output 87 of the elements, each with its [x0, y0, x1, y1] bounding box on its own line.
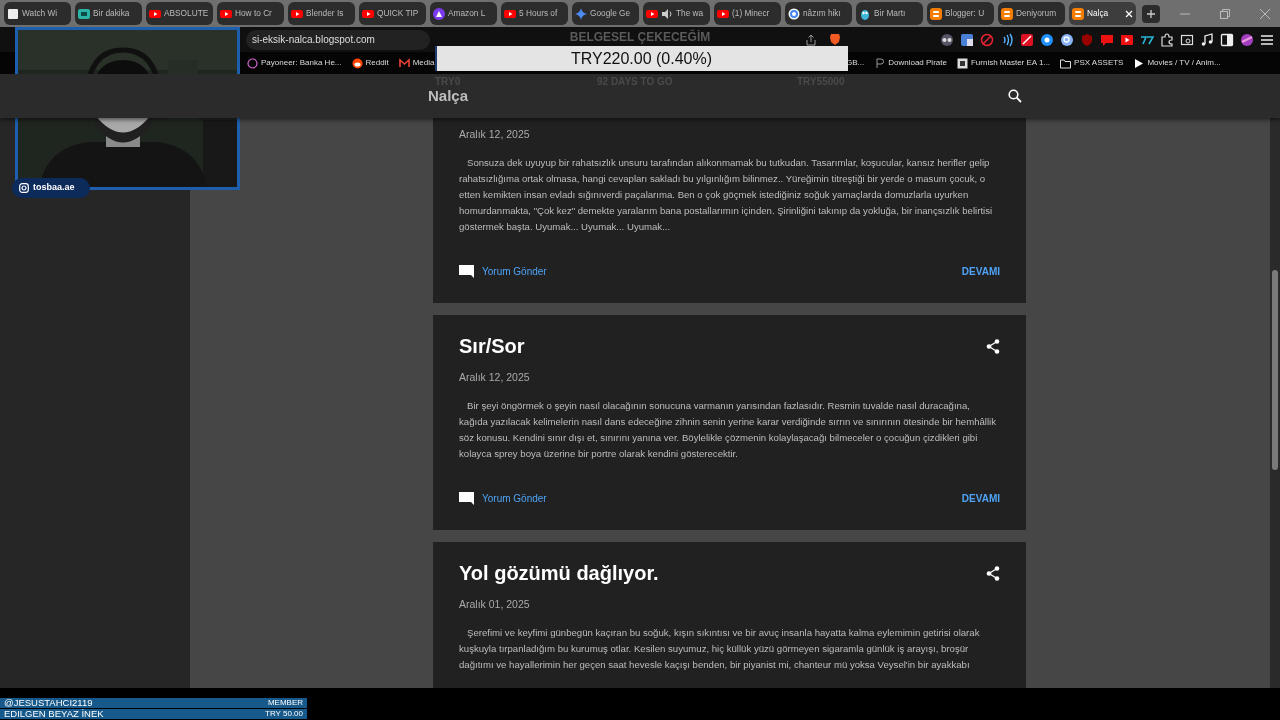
scrollbar-thumb[interactable]: [1272, 270, 1278, 470]
new-tab-button[interactable]: [1142, 4, 1160, 23]
share-icon[interactable]: [805, 33, 817, 46]
goal-title: BELGESEL ÇEKECEĞİM: [568, 28, 712, 46]
play-icon: [1133, 57, 1145, 69]
post-date: Aralık 01, 2025: [459, 598, 531, 611]
browser-tab[interactable]: Blogger: U: [927, 2, 994, 25]
bookmark[interactable]: Download Pirate: [874, 57, 947, 69]
user-name: @JESUSTAHCI2119: [4, 698, 93, 708]
browser-tab[interactable]: 5 Hours of: [501, 2, 568, 25]
read-more-link[interactable]: DEVAMI: [961, 263, 1000, 279]
ring-icon: [247, 57, 258, 69]
bookmark[interactable]: PSX ASSETS: [1060, 57, 1124, 69]
browser-tab[interactable]: Deniyorum: [998, 2, 1065, 25]
bookmark[interactable]: Movies / TV / Anim...: [1133, 57, 1221, 69]
post-title[interactable]: Yol gözümü dağlıyor.: [459, 560, 659, 586]
speech-icon[interactable]: [1100, 32, 1114, 47]
restore-icon[interactable]: [1220, 8, 1230, 19]
blog-icon: [1001, 7, 1013, 20]
blog-title[interactable]: Nalça: [428, 84, 469, 108]
blog-icon: [1072, 7, 1084, 20]
lion-icon[interactable]: [829, 33, 841, 46]
share-icon[interactable]: [986, 565, 1000, 581]
comment-link[interactable]: Yorum Gönder: [459, 263, 547, 279]
post-date: Aralık 12, 2025: [459, 371, 531, 384]
sidebar-icon[interactable]: [1220, 32, 1234, 47]
p-icon: [874, 57, 886, 69]
triangle-icon: [433, 7, 445, 20]
social-handle: tosbaa.ae: [33, 181, 75, 195]
user-name: EDILGEN BEYAZ İNEK: [4, 709, 104, 719]
play-icon: [646, 7, 658, 20]
bookmark[interactable]: Payoneer: Banka He...: [247, 57, 342, 69]
window-icon: [78, 7, 90, 20]
browser-tab[interactable]: Watch Wi: [4, 2, 71, 25]
comment-link[interactable]: Yorum Gönder: [459, 490, 547, 506]
browser-tab[interactable]: (1) Minecr: [714, 2, 781, 25]
address-bar[interactable]: si-eksik-nalca.blogspot.com: [246, 29, 430, 50]
post-title[interactable]: Sır/Sor: [459, 333, 525, 359]
circle-icon[interactable]: [1040, 32, 1054, 47]
music-note-icon[interactable]: [1200, 32, 1214, 47]
share-icon[interactable]: [986, 338, 1000, 354]
read-more-link[interactable]: DEVAMI: [961, 490, 1000, 506]
play-icon: [362, 7, 374, 20]
play-icon: [149, 7, 161, 20]
search-button[interactable]: [1008, 89, 1022, 103]
comment-icon: [459, 264, 474, 278]
post-date: Aralık 12, 2025: [459, 128, 531, 141]
play-icon[interactable]: [1120, 32, 1134, 47]
browser-tab[interactable]: ABSOLUTE: [146, 2, 213, 25]
browser-tab[interactable]: The wa: [643, 2, 710, 25]
menu-icon[interactable]: [1260, 32, 1274, 47]
play-icon: [504, 7, 516, 20]
post-excerpt: Bir şeyi öngörmek o şeyin nasıl olacağının sonucuna varmanın yarısından fazlasıdır. Resmin tuvalde nasıl duracağına, kağıda yazılacak kelimelerin nasıl dans edeceğine zihnin senin yerine karar verdiğinde sırrın ve sınırının ötesinde bir hemhâllik söz konusu. Kendini sınır dışı et, sınırını yanına ver. Böylelikle çözmenin kolaylaşacağı bilmeceler o çocuğun çizdikleri gibi kolayca sprey boya üzerine bir portre olarak kendini gösterecektir.: [459, 399, 997, 461]
post-excerpt: Sonsuza dek uyuyup bir rahatsızlık unsuru tarafından alıkonmamak bu tutkudan. Tasarımlar, koşucular, kansız herifler gelip rahatsızlığıma ortak olmasa, hangi cevapları sakladı bu yılgınlığım bilinmez.. Yüreğimin titreştiği bir yerde o masum çocuk, o etten kemikten insan evladı sığınıverdi paçalarıma. Ben o çok göçmek istediğiniz soğuk yamaçlarda domuzlarla uyurken homurdanmakta, "Çok kez" demekte yaralarım bana postallarımın içinden. Şirinliğini takınıp da yokluğa, bir inançsızlık belirtisi göstermek başta. Uyumak... Uyumak... Uyumak...: [459, 156, 994, 234]
browser-tab[interactable]: Nalça: [1069, 2, 1136, 25]
play-icon: [220, 7, 232, 20]
signal-icon[interactable]: [1000, 32, 1014, 47]
browser-tab[interactable]: Bir dakika: [75, 2, 142, 25]
bookmark[interactable]: Media: [398, 57, 435, 69]
page-icon: [7, 7, 19, 20]
browser-tab[interactable]: How to Cr: [217, 2, 284, 25]
browser-tab[interactable]: Amazon L: [430, 2, 497, 25]
bookmark[interactable]: Furnish Master EA 1...: [956, 57, 1051, 69]
comment-icon: [459, 491, 474, 505]
browser-tab[interactable]: Bir Martı: [856, 2, 923, 25]
browser-tab[interactable]: nâzım hikı: [785, 2, 852, 25]
alert-tag: TRY 50.00: [265, 709, 303, 719]
folder-icon: [1060, 57, 1072, 69]
blog-icon: [930, 7, 942, 20]
puzzle-icon[interactable]: [1160, 32, 1174, 47]
square-icon: [956, 57, 968, 69]
play-icon: [291, 7, 303, 20]
plus-icon: [1146, 8, 1156, 19]
circle-icon: [788, 7, 800, 20]
camera-icon: [19, 183, 29, 193]
bookmark[interactable]: Reddit: [351, 57, 389, 69]
url-text: si-eksik-nalca.blogspot.com: [252, 33, 376, 47]
browser-tab[interactable]: Google Ge: [572, 2, 639, 25]
browser-tab[interactable]: Blender Is: [288, 2, 355, 25]
envelope-icon: [398, 57, 410, 69]
goal-amount: TRY220.00 (0.40%): [569, 49, 714, 69]
browser-tab[interactable]: QUICK TIP: [359, 2, 426, 25]
play-icon: [717, 7, 729, 20]
blocked-icon[interactable]: [980, 32, 994, 47]
sparkle-icon: [575, 7, 587, 20]
alert-tag: MEMBER: [267, 698, 303, 708]
post-excerpt: Şerefimi ve keyfimi günbegün kaçıran bu soğuk, kışın sıkıntısı ve bir avuç insanla hayatta kalma eylemimin getirisi olarak kuşkuyla tırpanladığım bu kurumuş otlar. Kesilen suyumuz, hiç küllük yüzü görmeyen sigaramla günlük iş arayışı, broşür dağıtımı ve hayallerimin her geçen saat hevesle kaçışı benden, bir piyanist mi, chanteur mü yoksa Veysel'in bir ayakkabı: [459, 626, 981, 672]
